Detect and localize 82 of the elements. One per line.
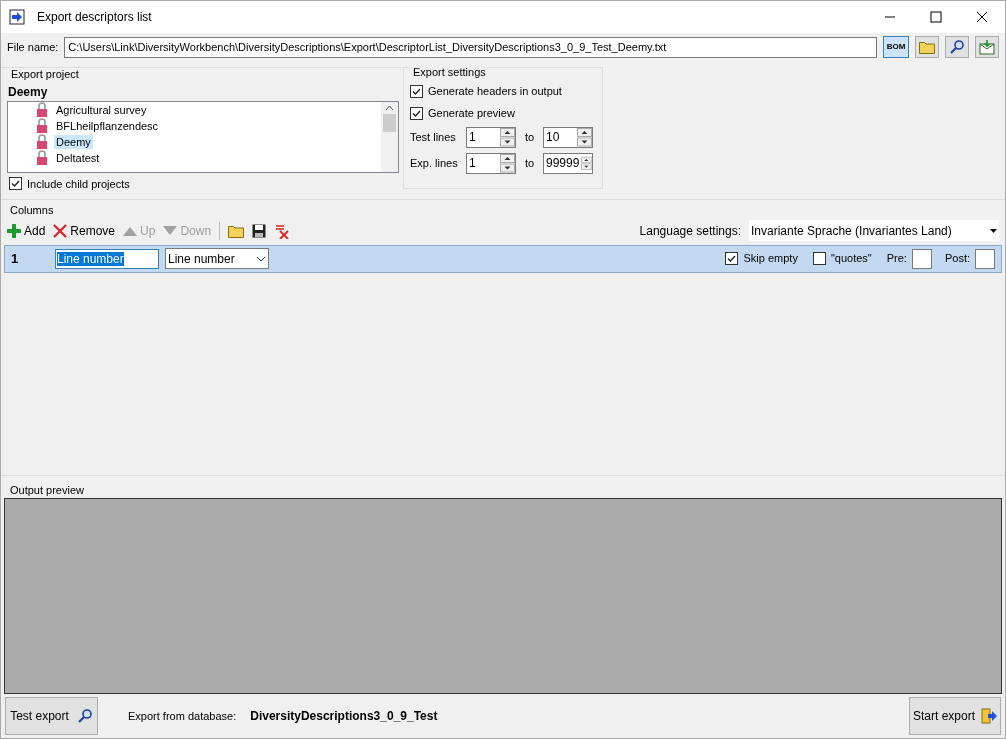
lock-icon: [36, 117, 48, 134]
scrollbar[interactable]: [381, 101, 398, 172]
project-item[interactable]: Deltatest: [54, 150, 102, 165]
browse-button[interactable]: [915, 36, 939, 58]
close-icon: [53, 223, 68, 238]
spinner-value: 1: [468, 129, 477, 146]
maximize-icon[interactable]: [930, 11, 942, 23]
checkbox[interactable]: [410, 85, 423, 98]
spinner-value: 99999: [545, 155, 581, 172]
project-item[interactable]: Deemy: [54, 134, 93, 149]
spinner-value: 10: [545, 129, 561, 146]
toolbar-button[interactable]: Remove: [53, 221, 116, 240]
file-path-field[interactable]: C:\Users\Link\DiversityWorkbench\DiversityDescriptions\Export\DescriptorList_DiversityDescriptions3_0_9_Test_Deemy.txt: [64, 36, 877, 58]
database-name: DiversityDescriptions3_0_9_Test: [250, 708, 438, 725]
spinner-arrows-icon: [581, 154, 592, 173]
file-name-label: File name:: [7, 39, 59, 55]
section-title: Export project: [11, 67, 80, 82]
number-spinner[interactable]: 99999: [543, 153, 593, 174]
language-label: Language settings:: [639, 222, 741, 240]
checkbox-label: Include child projects: [27, 176, 130, 192]
save-icon[interactable]: [252, 223, 267, 238]
checkbox-label: Generate preview: [428, 106, 515, 122]
number-spinner[interactable]: 1: [466, 153, 516, 174]
spinner-arrows-icon: [577, 128, 592, 147]
source-dropdown[interactable]: Line number: [165, 248, 269, 269]
app-icon: [9, 9, 25, 25]
lock-icon: [36, 133, 48, 150]
checkbox-label: Generate headers in output: [428, 84, 562, 100]
number-spinner[interactable]: 1: [466, 127, 516, 148]
checkbox[interactable]: [9, 177, 22, 191]
range-label: Test lines: [410, 130, 457, 146]
lock-icon: [36, 101, 48, 118]
window-title: Export descriptors list: [37, 9, 152, 26]
pre-field[interactable]: [911, 248, 932, 269]
column-row[interactable]: 1 Line number Line number Skip empty "quotes" Pre: Post:: [4, 244, 1002, 273]
search-button[interactable]: [945, 36, 969, 58]
project-item[interactable]: Agricultural survey: [54, 102, 149, 117]
pre-label: Pre:: [886, 251, 907, 267]
project-item[interactable]: BFLheilpflanzendesc: [54, 118, 161, 133]
spinner-arrows-icon: [500, 128, 515, 147]
lock-icon: [36, 149, 48, 166]
plus-icon: [7, 223, 21, 238]
envelope-icon: [979, 39, 995, 55]
folder-icon: [228, 223, 245, 238]
clear-icon[interactable]: [274, 222, 291, 239]
search-icon: [949, 39, 965, 55]
folder-icon: [919, 40, 935, 54]
test-export-button[interactable]: Test export: [5, 697, 98, 735]
section-title: Columns: [10, 203, 55, 218]
checkbox-label: Skip empty: [743, 251, 798, 267]
spinner-arrows-icon: [500, 154, 515, 173]
range-separator: to: [523, 130, 536, 146]
checkbox[interactable]: [410, 107, 423, 120]
row-index: 1: [11, 249, 20, 268]
post-label: Post:: [944, 251, 970, 267]
triangle-down-icon: [163, 225, 178, 236]
checkbox[interactable]: [725, 252, 739, 265]
section-title: Output preview: [10, 482, 85, 498]
start-export-button[interactable]: Start export: [909, 697, 1001, 735]
spinner-value: 1: [468, 155, 477, 172]
search-icon: [76, 708, 93, 724]
scroll-up-icon[interactable]: [385, 104, 394, 111]
checkbox-label: "quotes": [830, 251, 872, 267]
language-dropdown[interactable]: Invariante Sprache (Invariantes Land): [749, 220, 999, 241]
column-name-field[interactable]: Line number: [55, 248, 159, 269]
post-field[interactable]: [975, 248, 995, 269]
close-icon[interactable]: [976, 11, 988, 23]
triangle-up-icon: [123, 225, 138, 236]
database-label: Export from database:: [128, 708, 237, 724]
scroll-thumb[interactable]: [383, 113, 396, 132]
door-arrow-icon: [981, 708, 997, 724]
checkbox[interactable]: [812, 252, 826, 265]
bom-button[interactable]: BOM: [883, 36, 909, 58]
toolbar-button[interactable]: Add: [7, 221, 46, 240]
range-separator: to: [523, 156, 536, 172]
section-title: Export settings: [412, 64, 487, 81]
number-spinner[interactable]: 10: [543, 127, 593, 148]
chevron-down-icon: [256, 255, 266, 262]
dropdown-arrow-icon: [990, 228, 997, 233]
range-label: Exp. lines: [410, 156, 459, 172]
current-project-label: Deemy: [8, 83, 49, 101]
mail-button[interactable]: [975, 36, 999, 58]
